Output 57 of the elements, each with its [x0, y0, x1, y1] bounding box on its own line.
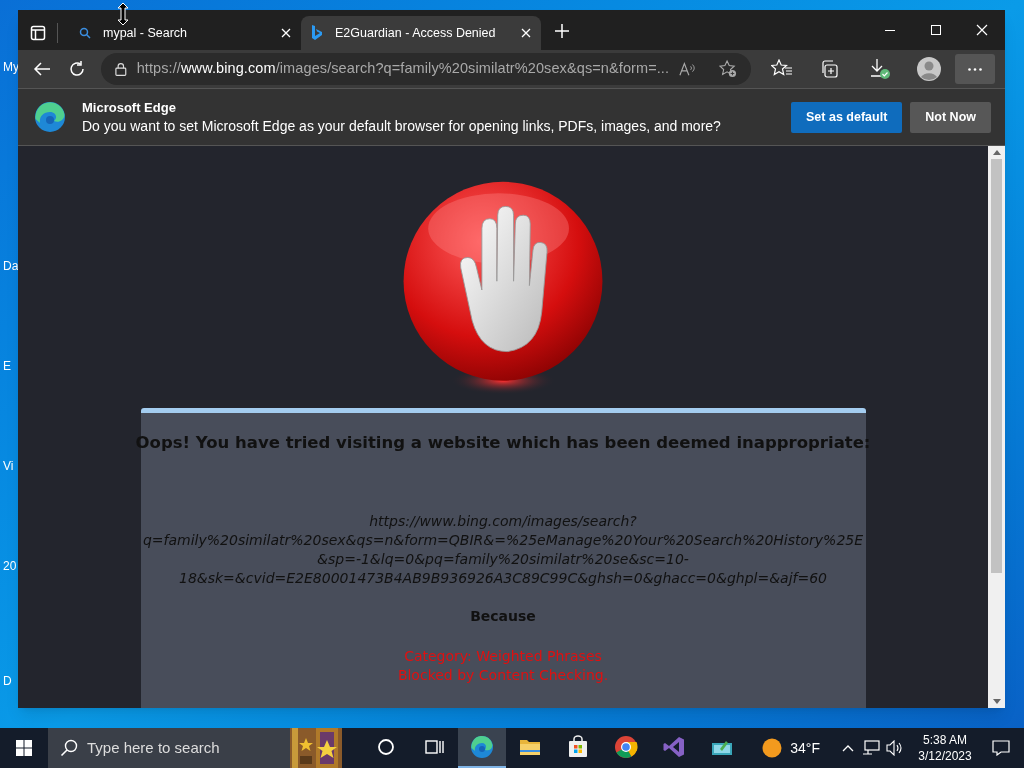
edge-logo-icon: [470, 735, 494, 759]
browser-tab[interactable]: E2Guardian - Access Denied: [301, 16, 541, 50]
url-text: https://www.bing.com/images/search?q=family%20similatr%20sex&qs=n&form=...: [136, 59, 670, 79]
scrollbar-thumb[interactable]: [991, 159, 1002, 573]
network-icon[interactable]: [862, 740, 880, 756]
close-tab-icon[interactable]: [521, 28, 531, 38]
chevron-up-icon[interactable]: [842, 744, 854, 752]
plus-icon: [554, 23, 570, 39]
desktop-icon-label[interactable]: My: [3, 58, 19, 76]
add-favorite-icon[interactable]: [719, 59, 737, 79]
sidebar-icon[interactable]: [30, 25, 46, 41]
chrome-logo-icon: [614, 735, 638, 759]
taskbar-search-field[interactable]: Type here to search: [48, 728, 342, 768]
lock-icon: [115, 61, 127, 77]
because-label: Because: [470, 606, 536, 626]
windows-logo-icon: [16, 740, 32, 756]
scroll-up-icon[interactable]: [992, 150, 1001, 155]
read-aloud-icon[interactable]: [679, 61, 698, 77]
clock-date[interactable]: 3/12/2023: [918, 748, 972, 764]
clock-time[interactable]: 5:38 AM: [923, 732, 967, 748]
infobar-title: Microsoft Edge: [82, 99, 177, 117]
weather-sun-icon[interactable]: [762, 738, 783, 758]
desktop-icon-label[interactable]: Vi: [3, 457, 14, 475]
volume-icon[interactable]: [886, 740, 904, 756]
not-now-button[interactable]: Not Now: [910, 101, 991, 133]
store-bag-icon: [566, 735, 590, 759]
search-icon: [79, 27, 91, 39]
set-default-button[interactable]: Set as default: [791, 101, 903, 133]
search-icon: [60, 739, 78, 757]
reason-text: Category: Weighted Phrases: [404, 646, 602, 666]
profile-avatar-icon[interactable]: [917, 57, 941, 81]
maximize-icon: [931, 25, 941, 35]
refresh-icon: [68, 60, 87, 78]
scrollbar[interactable]: [988, 146, 1005, 708]
reason-text: Blocked by Content Checking.: [397, 665, 609, 685]
search-placeholder: Type here to search: [87, 737, 221, 758]
close-icon: [976, 24, 988, 36]
desktop-icon-label[interactable]: Da: [3, 257, 19, 275]
weather-temperature[interactable]: 34°F: [790, 737, 820, 759]
favorites-icon[interactable]: [771, 59, 793, 79]
notifications-icon[interactable]: [992, 740, 1010, 756]
collections-icon[interactable]: [819, 59, 839, 79]
more-icon: [968, 67, 982, 71]
back-arrow-icon: [32, 61, 51, 77]
downloads-icon[interactable]: [869, 58, 891, 80]
blocked-url-text: https://www.bing.com/images/search?q=family%20similatr%20sex&qs=n&form=QBIR&=%25eManage%20Your%20Search%20History%25E&sp=-1&lq=0&pq=family%20similatr%20se&sc=10-18&sk=&cvid=E2E80001473B4AB9B936926A3C89C99C&ghsh=0&ghacc=0&ghpl=&ajf=60: [141, 511, 865, 588]
minimize-icon: [885, 29, 895, 31]
browser-tab[interactable]: mypal - Search: [69, 16, 301, 50]
address-bar[interactable]: https://www.bing.com/images/search?q=family%20similatr%20sex&qs=n&form=...: [101, 53, 751, 85]
scroll-down-icon[interactable]: [992, 699, 1001, 704]
resize-cursor-icon: [116, 2, 130, 26]
desktop-icon-label[interactable]: E: [3, 357, 11, 375]
close-tab-icon[interactable]: [281, 28, 291, 38]
bing-logo-icon: [311, 25, 323, 41]
edge-logo-icon: [34, 101, 66, 133]
infobar-message: Do you want to set Microsoft Edge as your default browser for opening links, PDFs, images, and more?: [82, 117, 721, 136]
visual-studio-icon: [662, 735, 686, 759]
